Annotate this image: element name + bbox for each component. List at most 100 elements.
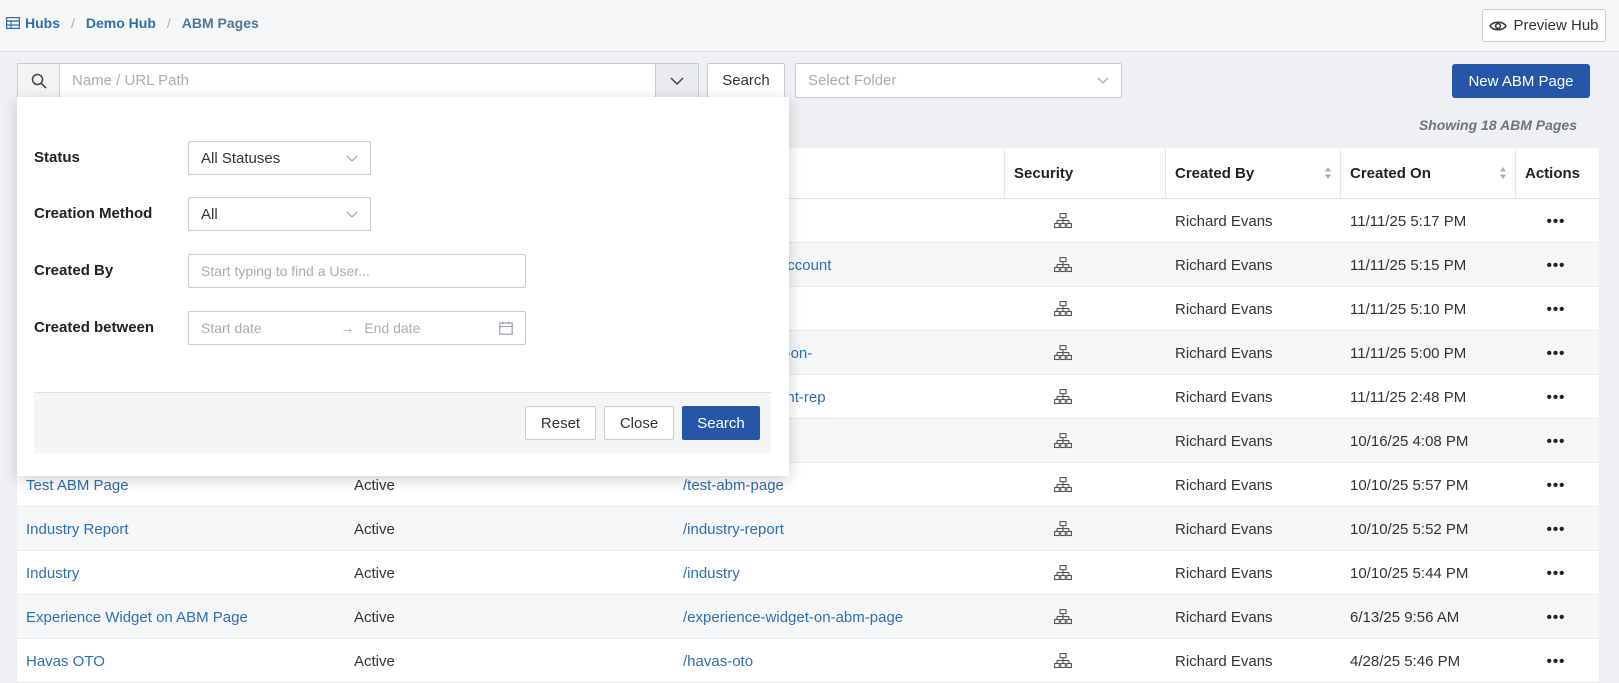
status-select[interactable]: All Statuses <box>188 141 371 175</box>
page-url-link[interactable]: /experience-widget-on-abm-page <box>683 595 1013 639</box>
page-url-link[interactable]: /industry-report <box>683 507 1013 551</box>
created-by-label: Created By <box>34 262 114 279</box>
ellipsis-icon[interactable]: ••• <box>1532 551 1580 595</box>
start-date-placeholder: Start date <box>201 320 262 336</box>
status-select-value: All Statuses <box>201 149 281 167</box>
search-button[interactable]: Search <box>707 63 785 98</box>
search-icon <box>31 73 47 89</box>
creation-method-select[interactable]: All <box>188 197 371 231</box>
ellipsis-icon[interactable]: ••• <box>1532 331 1580 375</box>
page-status: Active <box>354 564 395 582</box>
page-status: Active <box>354 520 395 538</box>
page-name-link[interactable]: Industry Report <box>26 507 346 551</box>
created-on-value: 11/11/25 5:00 PM <box>1350 344 1467 362</box>
ellipsis-icon[interactable]: ••• <box>1532 419 1580 463</box>
calendar-icon <box>499 321 513 335</box>
column-created-on[interactable]: Created On <box>1340 148 1515 199</box>
name-url-search-input[interactable] <box>60 63 656 98</box>
table-row: Experience Widget on ABM Page Active/expe… <box>17 595 1599 639</box>
page-url-link[interactable]: /havas-oto <box>683 639 1013 683</box>
created-on-value: 6/13/25 9:56 AM <box>1350 608 1460 626</box>
range-arrow: → <box>340 320 355 336</box>
ellipsis-icon[interactable]: ••• <box>1532 639 1580 683</box>
column-actions: Actions <box>1515 148 1599 199</box>
hierarchy-icon <box>1035 287 1091 331</box>
hierarchy-icon <box>1035 199 1091 243</box>
search-icon-box <box>17 63 60 98</box>
table-row: Industry Report Active/industry-report Ric… <box>17 507 1599 551</box>
breadcrumb-hubs[interactable]: Hubs <box>25 15 60 31</box>
created-by-value: Richard Evans <box>1175 256 1273 274</box>
status-label: Status <box>34 149 80 166</box>
created-by-value: Richard Evans <box>1175 564 1273 582</box>
hierarchy-icon <box>1035 595 1091 639</box>
advanced-filter-toggle[interactable] <box>656 63 699 98</box>
preview-hub-label: Preview Hub <box>1513 17 1599 34</box>
breadcrumb-demo-hub[interactable]: Demo Hub <box>86 15 156 31</box>
column-created-on-label: Created On <box>1350 165 1431 182</box>
advanced-filter-panel: Status All Statuses Creation Method All … <box>17 97 789 476</box>
page-name-link[interactable]: Experience Widget on ABM Page <box>26 595 346 639</box>
created-by-value: Richard Evans <box>1175 652 1273 670</box>
folder-select[interactable]: Select Folder <box>795 63 1122 98</box>
created-on-value: 10/16/25 4:08 PM <box>1350 432 1469 450</box>
end-date-placeholder: End date <box>364 320 421 336</box>
created-by-value: Richard Evans <box>1175 608 1273 626</box>
page-url-link[interactable]: /industry <box>683 551 1013 595</box>
sort-icon <box>1500 167 1506 179</box>
ellipsis-icon[interactable]: ••• <box>1532 199 1580 243</box>
page-name-link[interactable]: Industry <box>26 551 346 595</box>
ellipsis-icon[interactable]: ••• <box>1532 507 1580 551</box>
hierarchy-icon <box>1035 243 1091 287</box>
table-row: Havas OTO Active/havas-oto Richard Evans 4/… <box>17 639 1599 683</box>
page-status: Active <box>354 608 395 626</box>
breadcrumb-separator: / <box>166 15 171 31</box>
folder-select-placeholder: Select Folder <box>808 72 897 89</box>
creation-method-value: All <box>201 205 218 223</box>
created-by-input[interactable] <box>188 254 526 288</box>
preview-hub-button[interactable]: Preview Hub <box>1482 9 1606 42</box>
page-name-link[interactable]: Havas OTO <box>26 639 346 683</box>
ellipsis-icon[interactable]: ••• <box>1532 595 1580 639</box>
sort-icon <box>1325 167 1331 179</box>
date-range-picker[interactable]: Start date → End date <box>188 311 526 345</box>
column-security: Security <box>1004 148 1165 199</box>
filter-search-button[interactable]: Search <box>682 406 760 440</box>
hierarchy-icon <box>1035 507 1091 551</box>
ellipsis-icon[interactable]: ••• <box>1532 375 1580 419</box>
column-created-by-label: Created By <box>1175 165 1255 182</box>
column-created-by[interactable]: Created By <box>1165 148 1340 199</box>
hierarchy-icon <box>1035 375 1091 419</box>
hierarchy-icon <box>1035 463 1091 507</box>
ellipsis-icon[interactable]: ••• <box>1532 287 1580 331</box>
search-group <box>17 63 699 98</box>
hierarchy-icon <box>1035 639 1091 683</box>
top-bar: Hubs / Demo Hub / ABM Pages Preview Hub <box>0 0 1619 52</box>
hierarchy-icon <box>1035 331 1091 375</box>
created-on-value: 11/11/25 5:17 PM <box>1350 212 1467 230</box>
created-by-value: Richard Evans <box>1175 520 1273 538</box>
eye-icon <box>1489 21 1508 30</box>
breadcrumb: Hubs / Demo Hub / ABM Pages <box>6 15 259 31</box>
results-count: Showing 18 ABM Pages <box>1418 117 1577 133</box>
chevron-down-icon <box>670 76 684 85</box>
created-on-value: 10/10/25 5:57 PM <box>1350 476 1469 494</box>
created-between-label: Created between <box>34 319 155 336</box>
hierarchy-icon <box>1035 551 1091 595</box>
reset-button[interactable]: Reset <box>525 406 596 440</box>
column-security-label: Security <box>1014 165 1074 182</box>
creation-method-label: Creation Method <box>34 205 153 222</box>
ellipsis-icon[interactable]: ••• <box>1532 243 1580 287</box>
page-status: Active <box>354 652 395 670</box>
close-button[interactable]: Close <box>604 406 674 440</box>
created-on-value: 11/11/25 5:10 PM <box>1350 300 1467 318</box>
created-by-value: Richard Evans <box>1175 388 1273 406</box>
ellipsis-icon[interactable]: ••• <box>1532 463 1580 507</box>
created-by-value: Richard Evans <box>1175 300 1273 318</box>
new-abm-page-button[interactable]: New ABM Page <box>1452 64 1590 98</box>
created-on-value: 11/11/25 2:48 PM <box>1350 388 1467 406</box>
filter-footer: Reset Close Search <box>34 392 771 453</box>
created-by-value: Richard Evans <box>1175 344 1273 362</box>
chevron-down-icon <box>1097 77 1109 84</box>
chevron-down-icon <box>346 211 358 218</box>
